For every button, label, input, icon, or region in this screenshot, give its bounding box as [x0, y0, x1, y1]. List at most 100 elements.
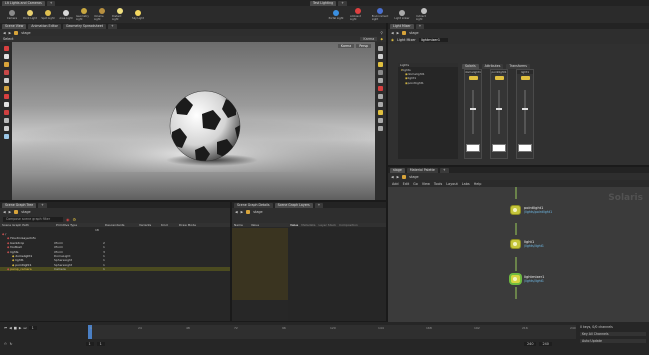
viewport-tool-9[interactable] [3, 118, 9, 123]
tab-add[interactable]: + [107, 23, 117, 29]
tab-scene-graph-tree[interactable]: Scene Graph Tree [2, 202, 37, 208]
desktop-tab-right[interactable]: Test Lighting [310, 0, 337, 6]
back-icon[interactable]: ◀ [3, 210, 6, 214]
tab-scene-graph-add[interactable]: + [38, 202, 47, 208]
start-frame-field[interactable]: 1 [85, 342, 94, 346]
viewport-tool-8[interactable] [3, 110, 9, 115]
light-mixer-path[interactable]: stage [409, 31, 418, 35]
display-option-4[interactable] [378, 78, 383, 83]
scene-graph-column-header[interactable]: Draw Mode [179, 223, 197, 227]
go-start-icon[interactable]: ⏮ [4, 326, 7, 330]
display-option-9[interactable] [378, 118, 383, 123]
stop-icon[interactable]: ■ [14, 326, 17, 330]
viewport-tool-7[interactable] [3, 102, 9, 107]
back-icon[interactable]: ◀ [235, 210, 238, 214]
range-start-field[interactable]: 240 [524, 342, 537, 346]
network-menu-labs[interactable]: Labs [462, 182, 470, 186]
forward-icon[interactable]: ▶ [397, 31, 400, 35]
display-option-6[interactable] [378, 94, 383, 99]
network-canvas[interactable]: Solaris pointlight1/lights/pointlight1 li… [388, 187, 649, 322]
shelf-left-tool-5[interactable]: Volume Light [94, 8, 110, 22]
scene-graph-column-header[interactable]: Scene Graph Path [2, 223, 52, 227]
display-option-5[interactable] [378, 86, 383, 91]
scene-graph-filter-input[interactable]: Compose scene graph filter [3, 216, 63, 222]
network-menu-layout[interactable]: Layout [446, 182, 458, 186]
viewport-canvas[interactable]: Karma Persp [12, 42, 375, 200]
pin-icon[interactable]: ⚲ [381, 31, 383, 35]
slider-handle[interactable] [470, 108, 476, 110]
viewport-tool-5[interactable] [3, 86, 9, 91]
forward-icon[interactable]: ▶ [9, 31, 12, 35]
display-option-7[interactable] [378, 102, 383, 107]
scene-graph-column-header[interactable]: Kind [161, 223, 175, 227]
network-node[interactable]: lightmixer1/lights/light1 [510, 274, 544, 284]
network-menu-go[interactable]: Go [413, 182, 418, 186]
details-path[interactable]: stage [253, 210, 262, 214]
display-option-10[interactable] [378, 126, 383, 131]
network-menu-edit[interactable]: Edit [403, 182, 410, 186]
viewport-tool-1[interactable] [3, 54, 9, 59]
light-tree-item[interactable]: ◉ pointlight1 [398, 81, 458, 85]
viewport-tool-3[interactable] [3, 70, 9, 75]
go-end-icon[interactable]: ⏭ [24, 326, 27, 330]
tab-network-stage[interactable]: stage [390, 167, 405, 173]
realtime-icon[interactable]: ⏱ [4, 342, 7, 346]
play-icon[interactable]: ▶ [19, 326, 22, 330]
shelf-right-tool-4[interactable]: Indirect Light [416, 8, 432, 22]
timeline-track[interactable]: 1 24 48 72 96 120 144 168 192 216 240 [88, 325, 576, 339]
intensity-slider[interactable] [496, 90, 502, 134]
scene-graph-column-header[interactable]: Primitive Type [56, 223, 101, 227]
details-col-value[interactable]: Value [251, 223, 259, 227]
display-option-8[interactable] [378, 110, 383, 115]
key-all-button[interactable]: Key All Channels [580, 332, 646, 336]
tab-material-palette[interactable]: Material Palette [406, 167, 438, 173]
network-menu-help[interactable]: Help [474, 182, 482, 186]
light-mixer-panel-tab-2[interactable]: Transforms [506, 63, 530, 69]
details-tab-0[interactable]: Value [290, 223, 298, 227]
tab-scene-graph-layers[interactable]: Scene Graph Layers [274, 202, 313, 208]
viewport-tool-11[interactable] [3, 134, 9, 139]
details-col-name[interactable]: Name [234, 223, 243, 227]
select-tool-label[interactable]: Select [3, 37, 13, 41]
channel-solo-swatch[interactable] [468, 76, 478, 80]
viewport-tool-0[interactable] [3, 46, 9, 51]
tab-scene-view[interactable]: Scene View [2, 23, 27, 29]
node-name-field[interactable]: lightmixer1 [418, 38, 449, 42]
details-tab-1[interactable]: Metadata [301, 223, 315, 227]
back-icon[interactable]: ◀ [3, 31, 6, 35]
renderer-select[interactable]: Karma [360, 37, 378, 41]
light-mixer-panel-tab-0[interactable]: Solaris [462, 63, 479, 69]
light-mixer-panel-tab-1[interactable]: Attributes [481, 63, 504, 69]
viewport-tool-10[interactable] [3, 126, 9, 131]
slider-handle[interactable] [522, 108, 528, 110]
viewport-tool-2[interactable] [3, 62, 9, 67]
shelf-left-tool-2[interactable]: Spot Light [40, 8, 56, 22]
tab-geometry-spreadsheet[interactable]: Geometry Spreadsheet [63, 23, 106, 29]
shelf-left-tool-0[interactable]: Camera [4, 8, 20, 22]
tab-network-add[interactable]: + [439, 167, 449, 173]
frame-field[interactable]: 1 [28, 326, 37, 330]
tab-animation-editor[interactable]: Animation Editor [28, 23, 61, 29]
step-back-icon[interactable]: ◀ [9, 326, 12, 330]
network-menu-tools[interactable]: Tools [434, 182, 442, 186]
network-node[interactable]: pointlight1/lights/pointlight1 [510, 205, 552, 215]
filter-icon[interactable]: ◉ [66, 217, 70, 222]
channel-solo-swatch[interactable] [520, 76, 530, 80]
viewport-tool-6[interactable] [3, 94, 9, 99]
scene-graph-column-header[interactable]: Variants [139, 223, 157, 227]
light-color-swatch[interactable] [492, 144, 506, 152]
scene-graph-row[interactable]: ◆ persp_camera Camera 1 [0, 266, 230, 272]
tab-light-mixer-add[interactable]: + [415, 23, 425, 29]
intensity-slider[interactable] [470, 90, 476, 134]
viewport-tool-4[interactable] [3, 78, 9, 83]
display-option-3[interactable] [378, 70, 383, 75]
display-option-1[interactable] [378, 54, 383, 59]
loop-icon[interactable]: ↻ [10, 342, 13, 346]
display-option-2[interactable] [378, 62, 383, 67]
network-menu-add[interactable]: Add [392, 182, 399, 186]
light-color-swatch[interactable] [466, 144, 480, 152]
network-node[interactable]: light1/lights/light1 [510, 239, 544, 249]
back-icon[interactable]: ◀ [391, 31, 394, 35]
channel-solo-swatch[interactable] [494, 76, 504, 80]
tab-details-add[interactable]: + [314, 202, 324, 208]
